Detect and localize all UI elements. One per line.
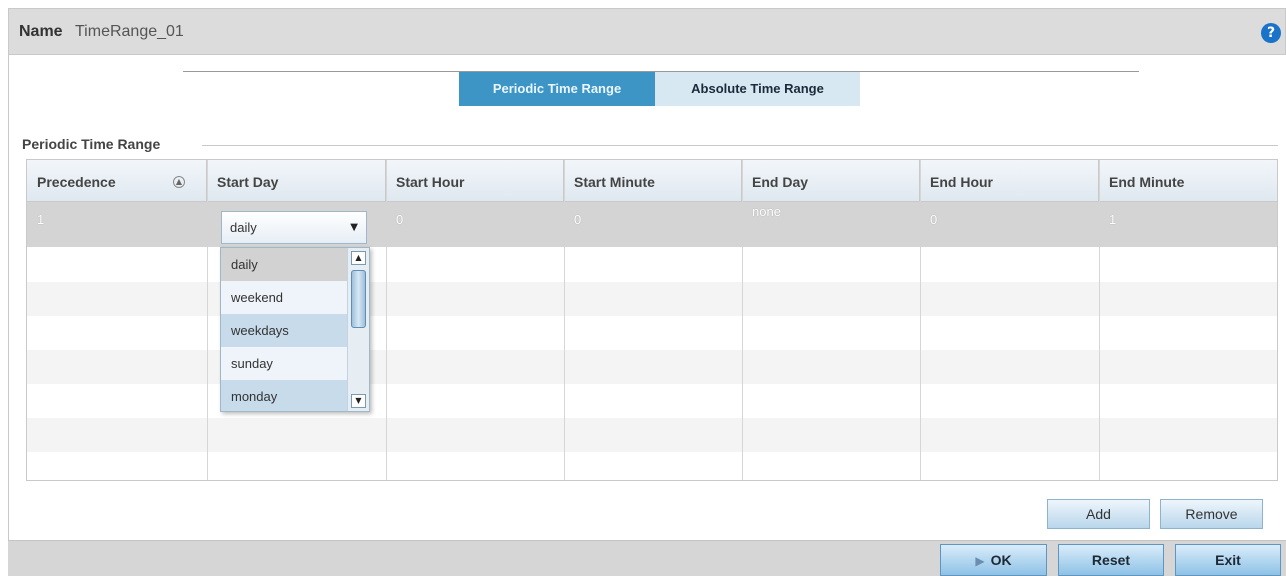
add-button[interactable]: Add bbox=[1047, 499, 1150, 529]
table-row-empty bbox=[27, 282, 1277, 316]
name-value: TimeRange_01 bbox=[75, 23, 184, 40]
section-divider bbox=[202, 145, 1278, 146]
scroll-down-icon[interactable]: ▼ bbox=[351, 394, 366, 408]
column-header-start-day[interactable]: Start Day bbox=[207, 160, 386, 202]
dropdown-option-monday[interactable]: monday bbox=[221, 380, 347, 411]
column-header-label: Precedence bbox=[37, 174, 116, 190]
section-title: Periodic Time Range bbox=[22, 136, 161, 152]
remove-button[interactable]: Remove bbox=[1160, 499, 1263, 529]
scroll-up-icon[interactable]: ▲ bbox=[351, 251, 366, 265]
scrollbar-thumb[interactable] bbox=[351, 270, 366, 328]
table-row-empty bbox=[27, 350, 1277, 384]
cell-start-hour[interactable]: 0 bbox=[386, 202, 564, 247]
cell-start-minute[interactable]: 0 bbox=[564, 202, 742, 247]
start-day-options-list: daily weekend weekdays sunday monday ▲ ▼ bbox=[220, 247, 370, 412]
name-label: Name bbox=[19, 23, 63, 40]
chevron-down-icon[interactable]: ▼ bbox=[350, 222, 358, 233]
reset-button[interactable]: Reset bbox=[1058, 544, 1164, 576]
ok-button[interactable]: ▶ OK bbox=[940, 544, 1047, 576]
dropdown-option-weekdays[interactable]: weekdays bbox=[221, 314, 347, 347]
dropdown-scrollbar[interactable]: ▲ ▼ bbox=[347, 248, 369, 411]
table-header: Precedence ▲ Start Day Start Hour Start … bbox=[27, 160, 1277, 202]
periodic-time-range-table: Precedence ▲ Start Day Start Hour Start … bbox=[26, 159, 1278, 481]
column-header-precedence[interactable]: Precedence ▲ bbox=[27, 160, 207, 202]
help-icon[interactable]: ? bbox=[1261, 23, 1281, 43]
column-header-end-hour[interactable]: End Hour bbox=[920, 160, 1099, 202]
column-header-end-minute[interactable]: End Minute bbox=[1099, 160, 1277, 202]
ok-label: OK bbox=[990, 552, 1012, 568]
table-row-empty bbox=[27, 418, 1277, 452]
tab-periodic-time-range[interactable]: Periodic Time Range bbox=[459, 72, 655, 106]
start-day-selected-value: daily bbox=[230, 220, 257, 235]
tab-absolute-time-range[interactable]: Absolute Time Range bbox=[655, 72, 860, 106]
header-bar: Name TimeRange_01 ? bbox=[8, 8, 1286, 55]
dropdown-option-weekend[interactable]: weekend bbox=[221, 281, 347, 314]
start-day-select[interactable]: daily ▼ bbox=[221, 211, 367, 244]
cell-end-day[interactable]: none bbox=[742, 202, 920, 247]
cell-end-hour[interactable]: 0 bbox=[920, 202, 1099, 247]
ok-arrow-icon: ▶ bbox=[975, 554, 985, 568]
dropdown-option-daily[interactable]: daily bbox=[221, 248, 347, 281]
dropdown-option-sunday[interactable]: sunday bbox=[221, 347, 347, 380]
column-header-start-hour[interactable]: Start Hour bbox=[386, 160, 564, 202]
exit-button[interactable]: Exit bbox=[1175, 544, 1281, 576]
column-header-start-minute[interactable]: Start Minute bbox=[564, 160, 742, 202]
table-row[interactable]: 1 0 0 none 0 1 bbox=[27, 202, 1277, 247]
cell-end-minute[interactable]: 1 bbox=[1099, 202, 1277, 247]
column-header-end-day[interactable]: End Day bbox=[742, 160, 920, 202]
cell-precedence: 1 bbox=[37, 212, 45, 227]
sort-icon[interactable]: ▲ bbox=[173, 176, 185, 188]
left-border bbox=[8, 55, 9, 540]
